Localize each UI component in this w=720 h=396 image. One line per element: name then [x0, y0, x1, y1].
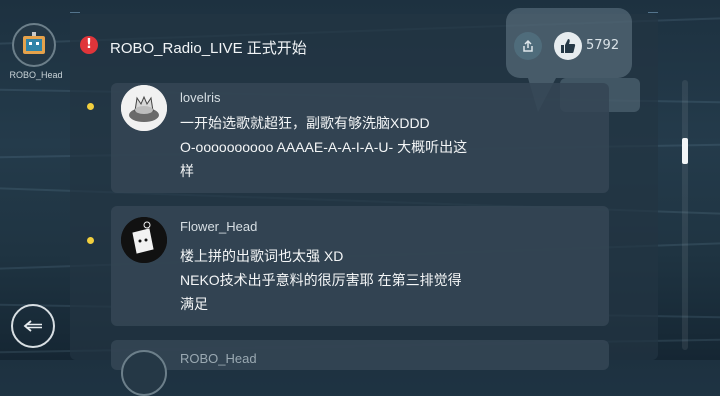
thumbs-up-icon [561, 39, 576, 53]
comment-avatar[interactable] [121, 85, 167, 131]
comment-card[interactable]: lovelris 一开始选歌就超狂，副歌有够洗脑XDDD O-ooooooooo… [111, 83, 609, 193]
comment-bullet [87, 237, 94, 244]
robot-head-avatar-icon [23, 32, 45, 54]
share-icon [523, 39, 533, 52]
comment-username[interactable]: Flower_Head [180, 219, 257, 234]
cat-avatar-icon [121, 85, 167, 131]
comment-username[interactable]: ROBO_Head [180, 351, 257, 366]
comment-card[interactable]: Flower_Head 楼上拼的出歌词也太强 XD NEKO技术出乎意料的很厉害… [111, 206, 609, 326]
scrollbar[interactable] [682, 80, 688, 350]
share-button[interactable] [514, 32, 542, 60]
comment-username[interactable]: lovelris [180, 90, 220, 105]
back-arrow-icon [23, 320, 42, 332]
back-button[interactable] [11, 304, 55, 348]
user-name: ROBO_Head [9, 70, 63, 80]
comment-avatar[interactable] [121, 350, 167, 396]
alert-icon: ! [80, 36, 98, 54]
comment-text: 一开始选歌就超狂，副歌有够洗脑XDDD O-oooooooooo AAAAE-A… [180, 115, 468, 179]
flower-head-avatar-icon [121, 217, 167, 263]
comment-text: 楼上拼的出歌词也太强 XD NEKO技术出乎意料的很厉害耶 在第三排觉得 满足 [180, 248, 462, 312]
comment-avatar[interactable] [121, 217, 167, 263]
room-title: ROBO_Radio_LIVE 正式开始 [110, 40, 307, 57]
like-button[interactable] [554, 32, 582, 60]
scrollbar-thumb[interactable] [682, 138, 688, 164]
user-avatar[interactable] [12, 23, 56, 67]
like-count: 5792 [586, 38, 620, 53]
chat-header: ! ROBO_Radio_LIVE 正式开始 5792 [70, 28, 658, 64]
frame-corner [70, 12, 80, 13]
comment-card[interactable]: ROBO_Head [111, 340, 609, 396]
comment-bullet [87, 103, 94, 110]
